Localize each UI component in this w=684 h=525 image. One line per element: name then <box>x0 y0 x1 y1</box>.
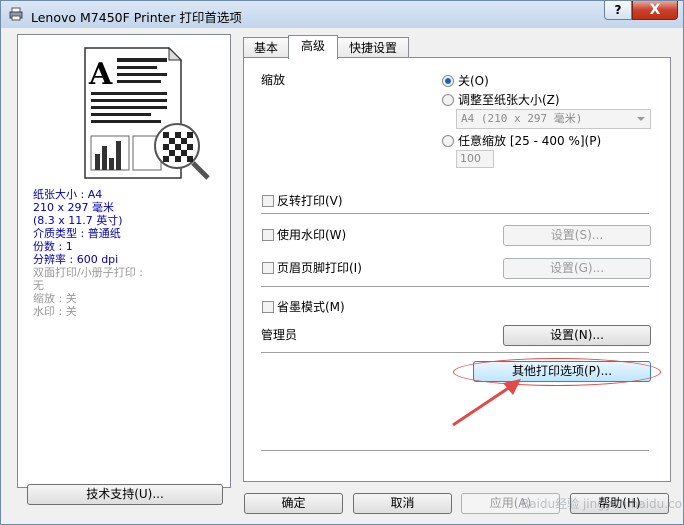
help-title-button[interactable]: ? <box>604 1 632 20</box>
ok-button[interactable]: 确定 <box>244 493 343 514</box>
administrator-label: 管理员 <box>261 328 298 342</box>
toner-save-checkbox[interactable] <box>262 301 274 313</box>
watermark-label[interactable]: 使用水印(W) <box>277 226 346 243</box>
header-footer-settings-button[interactable]: 设置(G)... <box>503 258 651 279</box>
window-title: Lenovo M7450F Printer 打印首选项 <box>31 10 242 25</box>
printer-icon <box>9 7 23 21</box>
site-watermark: Baidu经验 jingyan.baidu.com <box>521 497 684 511</box>
tab-basic[interactable]: 基本 <box>243 37 289 58</box>
svg-text:A: A <box>88 57 113 92</box>
header-footer-label[interactable]: 页眉页脚打印(I) <box>277 259 362 276</box>
paper-size-select-value: A4 (210 x 297 毫米) <box>461 112 583 125</box>
summary-paper-dimensions-in: (8.3 x 11.7 英寸) <box>33 214 123 227</box>
watermark-checkbox[interactable] <box>262 229 274 241</box>
scaling-label: 缩放 <box>261 73 286 87</box>
fit-to-paper-radio[interactable] <box>442 94 454 106</box>
summary-watermark: 水印 : 关 <box>33 305 77 318</box>
help-glyph: ? <box>614 3 622 17</box>
scale-percent-input[interactable]: 100 <box>456 150 494 168</box>
reverse-print-checkbox[interactable] <box>262 195 274 207</box>
close-button[interactable]: X <box>632 1 678 20</box>
administrator-settings-button[interactable]: 设置(N)... <box>503 325 651 346</box>
divider <box>261 286 649 287</box>
scale-off-label[interactable]: 关(O) <box>458 72 489 89</box>
annotation-arrow-icon <box>452 379 521 427</box>
summary-paper-size: 纸张大小 : A4 <box>33 188 103 201</box>
summary-duplex: 双面打印/小册子打印 : <box>33 266 143 279</box>
free-scale-radio[interactable] <box>442 135 454 147</box>
paper-size-select[interactable]: A4 (210 x 297 毫米) <box>456 109 651 129</box>
summary-resolution: 分辨率 : 600 dpi <box>33 253 119 266</box>
tab-quick-settings[interactable]: 快捷设置 <box>337 37 409 58</box>
cancel-button[interactable]: 取消 <box>353 493 452 514</box>
watermark-settings-button[interactable]: 设置(S)... <box>503 225 651 246</box>
divider <box>261 213 649 214</box>
divider <box>261 450 649 451</box>
summary-media-type: 介质类型 : 普通纸 <box>33 227 121 240</box>
title-bar[interactable]: Lenovo M7450F Printer 打印首选项 ? X <box>1 1 683 28</box>
summary-paper-dimensions-mm: 210 x 297 毫米 <box>33 201 114 214</box>
chevron-down-icon <box>637 117 645 121</box>
preview-panel: A 纸张大小: A4 210 x 297 毫米 (8.3 x 11.7 英寸)… <box>17 34 231 488</box>
fit-to-paper-label[interactable]: 调整至纸张大小(Z) <box>458 91 560 108</box>
page-preview-icon: A <box>84 46 210 180</box>
scale-off-radio[interactable] <box>442 75 454 87</box>
tech-support-button[interactable]: 技术支持(U)... <box>27 484 223 505</box>
divider <box>261 352 649 353</box>
summary-duplex-value: 无 <box>33 279 44 292</box>
settings-summary: 纸张大小 : A4 210 x 297 毫米 (8.3 x 11.7 英寸) 介… <box>33 188 229 318</box>
header-footer-checkbox[interactable] <box>262 262 274 274</box>
toner-save-label[interactable]: 省墨模式(M) <box>277 298 345 315</box>
summary-copies: 份数 : 1 <box>33 240 73 253</box>
reverse-print-label[interactable]: 反转打印(V) <box>277 192 343 209</box>
free-scale-label[interactable]: 任意缩放 [25 - 400 %](P) <box>458 132 601 149</box>
close-icon: X <box>649 2 661 18</box>
summary-scaling: 缩放 : 关 <box>33 292 77 305</box>
tab-advanced[interactable]: 高级 <box>288 35 338 59</box>
printer-preferences-window: Lenovo M7450F Printer 打印首选项 ? X A 纸张大小:… <box>0 0 684 525</box>
